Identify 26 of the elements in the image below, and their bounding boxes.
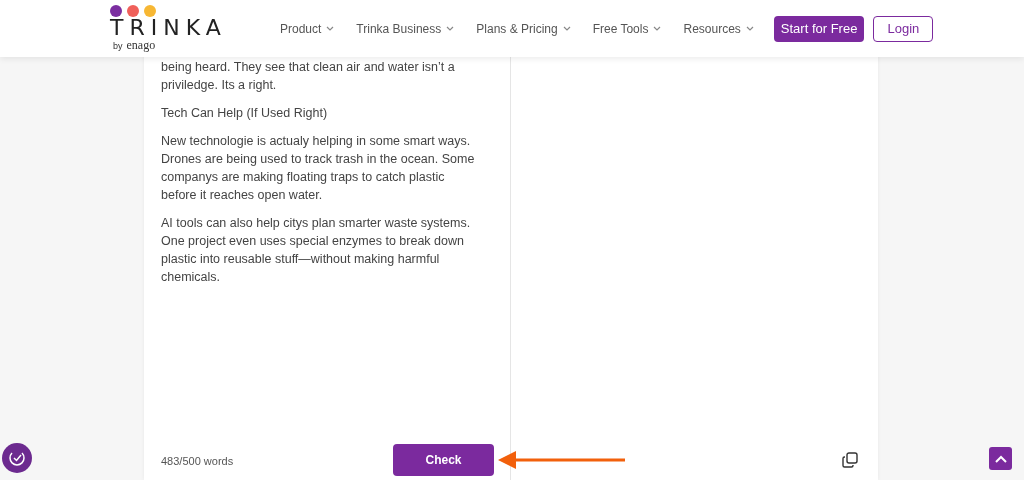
paragraph: being heard. They see that clean air and water isn’t a priviledge. Its a right. [161, 59, 456, 94]
paragraph: Tech Can Help (If Used Right) [161, 105, 329, 122]
nav-link[interactable]: Resources [683, 19, 754, 38]
chevron-down-icon [653, 26, 662, 31]
login-button[interactable]: Login [873, 15, 934, 42]
chevron-down-icon [745, 26, 754, 31]
logo-wordmark[interactable]: TRINKA [110, 17, 227, 40]
scroll-top-button[interactable] [989, 447, 1012, 470]
word-count: 483/500 words [161, 454, 234, 469]
nav-link[interactable]: Plans & Pricing [476, 19, 571, 38]
start-button[interactable]: Start for Free [773, 15, 865, 42]
check-button[interactable]: Check [393, 444, 494, 476]
accessibility-button[interactable] [2, 443, 32, 473]
copy-icon[interactable] [842, 452, 858, 468]
chevron-down-icon [326, 26, 335, 31]
chevron-up-icon [994, 454, 1007, 463]
accessibility-icon [8, 449, 26, 467]
paragraph: AI tools can also help citys plan smarter waste systems. One project even uses special enzymes to break down plastic into reusable stuff—without making harmful chemicals. [161, 215, 472, 286]
paragraph: New technologie is actualy helping in some smart ways. Drones are being used to track trash in the ocean. Some companys are making floating traps to catch plastic before it reaches open water. [161, 133, 476, 204]
logo-brand: enago [126, 39, 156, 52]
chevron-down-icon [446, 26, 455, 31]
nav-link[interactable]: Product [280, 19, 335, 38]
logo-byline: by [113, 40, 123, 54]
nav-link[interactable]: Trinka Business [356, 19, 455, 38]
nav-link[interactable]: Free Tools [592, 19, 662, 38]
chevron-down-icon [562, 26, 571, 31]
